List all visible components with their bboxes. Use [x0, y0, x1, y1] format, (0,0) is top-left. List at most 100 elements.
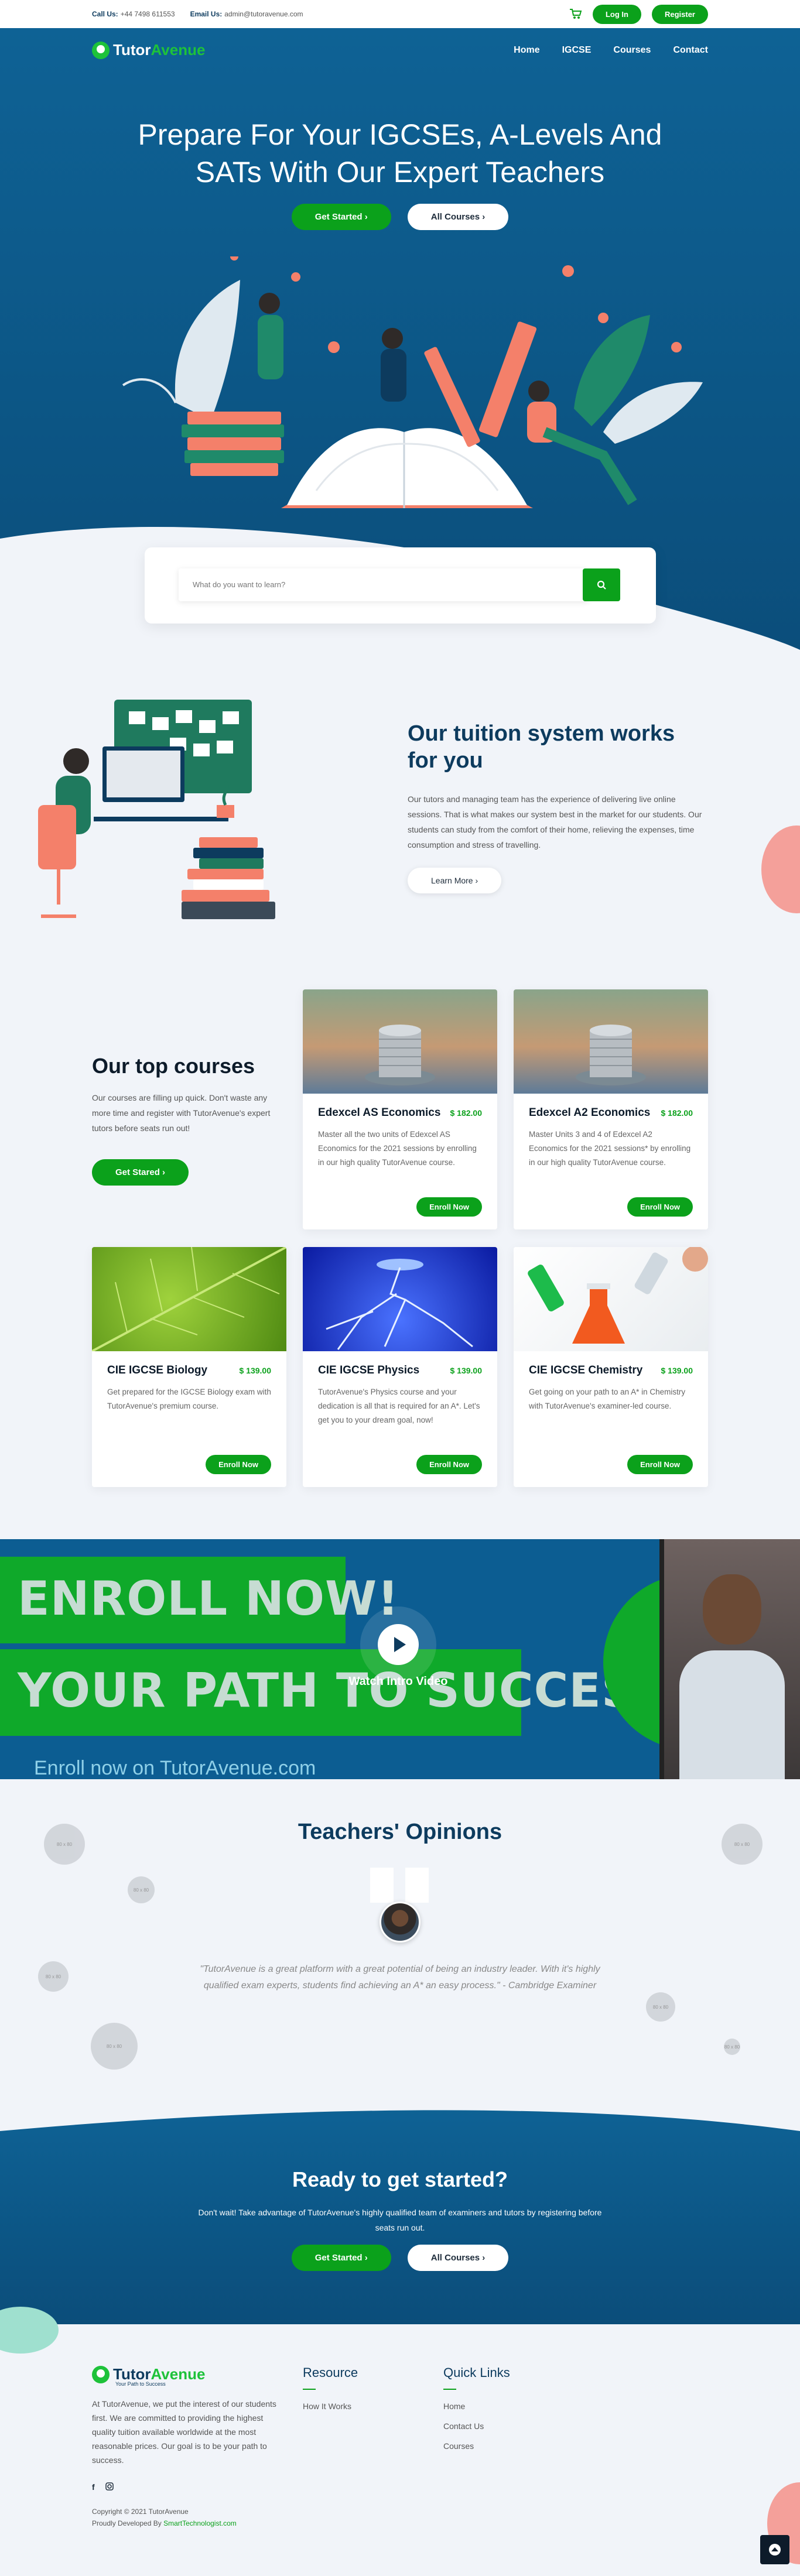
play-icon[interactable] [378, 1624, 419, 1665]
video-person-shirt [679, 1650, 785, 1779]
call-value[interactable]: +44 7498 611553 [121, 10, 175, 18]
footer-link-courses[interactable]: Courses [443, 2441, 510, 2451]
footer-resource-title: Resource [303, 2365, 358, 2380]
testimonials-title: Teachers' Opinions [298, 1820, 502, 1844]
enroll-now-button[interactable]: Enroll Now [627, 1455, 693, 1474]
course-card[interactable]: Edexcel A2 Economics $ 182.00 Master Unit… [514, 989, 708, 1229]
copyright-text: Copyright © 2021 TutorAvenue [92, 2508, 189, 2516]
course-title[interactable]: Edexcel A2 Economics [529, 1107, 650, 1119]
course-title[interactable]: CIE IGCSE Chemistry [529, 1364, 642, 1377]
instagram-icon[interactable] [105, 2482, 114, 2491]
footer-link-contact[interactable]: Contact Us [443, 2421, 510, 2431]
course-description: Master Units 3 and 4 of Edexcel A2 Econo… [529, 1130, 691, 1167]
learn-more-label: Learn More [431, 876, 473, 885]
cta-wave [0, 2108, 800, 2131]
email-value[interactable]: admin@tutoravenue.com [224, 10, 303, 18]
course-card-body: Edexcel AS Economics $ 182.00 Master all … [303, 1094, 497, 1185]
course-title[interactable]: CIE IGCSE Physics [318, 1364, 419, 1377]
footer-quick-links: Quick Links Home Contact Us Courses [443, 2365, 510, 2461]
lightning-image [303, 1247, 497, 1351]
tuition-text: Our tutors and managing team has the exp… [408, 794, 702, 849]
footer-resource: Resource How It Works [303, 2365, 358, 2421]
footer-link-home[interactable]: Home [443, 2402, 510, 2411]
hero-buttons: Get Started › All Courses › [0, 204, 800, 230]
search-card: What do you want to learn? [145, 547, 656, 624]
testimonial-quote: "TutorAvenue is a great platform with a … [200, 1964, 600, 1991]
avatar-placeholder[interactable]: 80 x 80 [38, 1961, 69, 1992]
hero-illustration [122, 256, 703, 508]
course-title[interactable]: CIE IGCSE Biology [107, 1364, 207, 1377]
footer-logo[interactable]: Tutor Avenue Your Path to Success [92, 2365, 205, 2387]
nav-courses[interactable]: Courses [613, 45, 651, 56]
main-nav: Tutor Avenue Home IGCSE Courses Contact [92, 41, 708, 59]
course-card[interactable]: CIE IGCSE Biology $ 139.00 Get prepared f… [92, 1247, 286, 1487]
footer-quick-title: Quick Links [443, 2365, 510, 2380]
avatar-placeholder[interactable]: 80 x 80 [646, 1992, 675, 2022]
nav-igcse[interactable]: IGCSE [562, 45, 592, 56]
avatar-placeholder[interactable]: 80 x 80 [91, 2023, 138, 2070]
call-label: Call Us: [92, 10, 118, 18]
course-card-body: CIE IGCSE Biology $ 139.00 Get prepared f… [92, 1351, 286, 1429]
search-button[interactable] [583, 568, 620, 601]
developer-link[interactable]: SmartTechnologist.com [163, 2519, 237, 2527]
cta-section: Ready to get started? Don't wait! Take a… [0, 2108, 800, 2324]
intro-video[interactable]: ENROLL NOW! YOUR PATH TO SUCCESS Enroll … [0, 1539, 800, 1779]
avatar-placeholder[interactable]: 80 x 80 [724, 2039, 740, 2055]
back-to-top-icon[interactable] [760, 2535, 789, 2564]
all-courses-button[interactable]: All Courses › [407, 204, 509, 230]
footer-link-how-it-works[interactable]: How It Works [303, 2402, 358, 2411]
leaf-image [92, 1247, 286, 1351]
divider [443, 2389, 456, 2390]
logo-icon [92, 2365, 110, 2383]
cta-all-courses-button[interactable]: All Courses › [407, 2245, 509, 2271]
course-card-body: CIE IGCSE Physics $ 139.00 TutorAvenue's … [303, 1351, 497, 1443]
video-person-head [703, 1574, 761, 1645]
course-price: $ 139.00 [661, 1366, 693, 1375]
enroll-now-button[interactable]: Enroll Now [206, 1455, 271, 1474]
cta-all-courses-label: All Courses [430, 2253, 480, 2263]
nav-home[interactable]: Home [514, 45, 539, 56]
course-card[interactable]: Edexcel AS Economics $ 182.00 Master all … [303, 989, 497, 1229]
course-card[interactable]: CIE IGCSE Chemistry $ 139.00 Get going on… [514, 1247, 708, 1487]
cart-icon[interactable] [569, 9, 582, 19]
register-button[interactable]: Register [651, 4, 708, 24]
video-subtitle: Enroll now on TutorAvenue.com [34, 1757, 316, 1779]
avatar-placeholder[interactable]: 80 x 80 [44, 1824, 85, 1865]
social-links: f [92, 2482, 114, 2492]
video-headline-2: YOUR PATH TO SUCCESS [18, 1663, 668, 1718]
learn-more-button[interactable]: Learn More › [408, 868, 502, 893]
avatar-placeholder[interactable]: 80 x 80 [722, 1824, 763, 1865]
cta-get-started-button[interactable]: Get Started › [291, 2245, 391, 2271]
courses-get-started-label: Get Stared [115, 1167, 160, 1177]
facebook-icon[interactable]: f [92, 2482, 95, 2492]
get-started-button[interactable]: Get Started › [291, 204, 391, 230]
email-label: Email Us: [190, 10, 223, 18]
site-logo[interactable]: Tutor Avenue [92, 41, 205, 59]
coins-image [303, 989, 497, 1094]
decor-blob-coral [761, 825, 800, 913]
cta-title: Ready to get started? [292, 2167, 508, 2191]
course-card[interactable]: CIE IGCSE Physics $ 139.00 TutorAvenue's … [303, 1247, 497, 1487]
all-courses-label: All Courses [430, 212, 480, 222]
enroll-now-button[interactable]: Enroll Now [416, 1197, 482, 1217]
watch-video-label[interactable]: Watch Intro Video [340, 1675, 457, 1688]
enroll-now-button[interactable]: Enroll Now [416, 1455, 482, 1474]
avatar-placeholder[interactable]: 80 x 80 [128, 1876, 155, 1903]
chemistry-image [514, 1247, 708, 1351]
nav-contact[interactable]: Contact [673, 45, 708, 56]
call-info: Call Us: +44 7498 611553 [92, 10, 175, 18]
course-card-body: CIE IGCSE Chemistry $ 139.00 Get going on… [514, 1351, 708, 1429]
nav-links: Home IGCSE Courses Contact [514, 45, 708, 56]
video-headline-1: ENROLL NOW! [18, 1571, 399, 1626]
developed-by-label: Proudly Developed By [92, 2519, 162, 2527]
courses-get-started-button[interactable]: Get Stared › [92, 1159, 189, 1186]
top-bar: Call Us: +44 7498 611553 Email Us: admin@t… [0, 0, 800, 28]
login-button[interactable]: Log In [592, 4, 641, 24]
tuition-illustration [38, 700, 275, 919]
course-description: Master all the two units of Edexcel AS E… [318, 1130, 477, 1167]
courses-intro: Our top courses Our courses are filling … [92, 1054, 285, 1186]
course-card-header: CIE IGCSE Physics $ 139.00 [318, 1364, 482, 1377]
search-input[interactable]: What do you want to learn? [179, 568, 589, 601]
enroll-now-button[interactable]: Enroll Now [627, 1197, 693, 1217]
course-title[interactable]: Edexcel AS Economics [318, 1107, 440, 1119]
